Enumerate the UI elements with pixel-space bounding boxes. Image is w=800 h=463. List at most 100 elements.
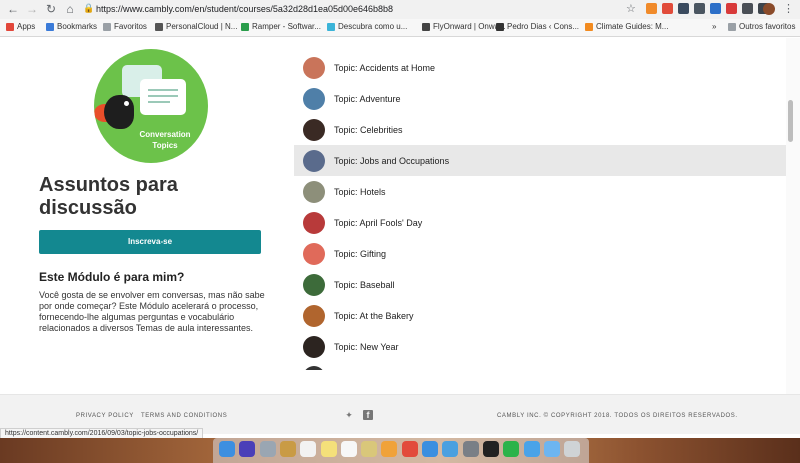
climate-icon bbox=[585, 22, 593, 31]
lock-icon: 🔒 bbox=[83, 3, 95, 13]
more-menu-icon[interactable]: ⋮ bbox=[783, 2, 794, 15]
bookmark-item[interactable]: Climate Guides: M... bbox=[585, 22, 668, 31]
mail-icon[interactable] bbox=[442, 441, 459, 457]
chrome-icon[interactable] bbox=[401, 441, 418, 457]
topic-label: Topic: April Fools' Day bbox=[334, 217, 423, 228]
pen-icon bbox=[496, 22, 504, 31]
topic-label: Topic: Celebrities bbox=[334, 124, 403, 135]
extension-icon[interactable] bbox=[694, 3, 705, 14]
scrollbar-thumb[interactable] bbox=[788, 100, 793, 142]
bookmark-label: Apps bbox=[17, 22, 36, 31]
preview-icon[interactable] bbox=[361, 441, 378, 457]
apps-grid-icon bbox=[6, 22, 14, 31]
siri-icon[interactable] bbox=[239, 441, 256, 457]
notes-folder-icon[interactable] bbox=[279, 441, 296, 457]
extension-icon[interactable] bbox=[662, 3, 673, 14]
launchpad-icon[interactable] bbox=[259, 441, 276, 457]
topic-label: Topic: Adventure bbox=[334, 93, 401, 104]
extension-icon[interactable] bbox=[678, 3, 689, 14]
topic-label: Topic: Jobs and Occupations bbox=[334, 155, 450, 166]
star-icon bbox=[46, 22, 54, 31]
conversation-topics-logo: Conversation Topics bbox=[94, 49, 208, 163]
subscribe-button[interactable]: Inscreva-se bbox=[39, 230, 261, 254]
terminal-icon[interactable] bbox=[482, 441, 499, 457]
topic-thumbnail bbox=[303, 366, 325, 370]
topic-list-item[interactable]: Topic: Accidents at Home bbox=[294, 52, 786, 83]
terms-link[interactable]: TERMS AND CONDITIONS bbox=[141, 413, 227, 419]
topic-label: Topic: New Year bbox=[334, 341, 399, 352]
bookmark-star-icon[interactable]: ☆ bbox=[626, 2, 636, 15]
topic-list-item[interactable]: Topic: Celebrities bbox=[294, 114, 786, 145]
address-bar[interactable]: https://www.cambly.com/en/student/course… bbox=[96, 4, 393, 14]
topic-label: Topic: Gifting bbox=[334, 248, 387, 259]
bookmark-item[interactable]: FlyOnward | Onwa... bbox=[422, 22, 506, 31]
avatar[interactable] bbox=[763, 3, 775, 15]
topic-list-item[interactable]: Topic: At the Bakery bbox=[294, 300, 786, 331]
reload-icon[interactable]: ↻ bbox=[44, 2, 58, 16]
twitter-icon[interactable]: ✦ bbox=[344, 410, 354, 420]
forward-arrow-icon[interactable]: → bbox=[25, 2, 39, 16]
page-title: Assuntos para discussão bbox=[39, 174, 178, 219]
system-preferences-icon[interactable] bbox=[462, 441, 479, 457]
trash-icon[interactable] bbox=[564, 441, 581, 457]
plane-icon bbox=[422, 22, 430, 31]
topic-list-item[interactable]: Topic: Gifting bbox=[294, 238, 786, 269]
topic-label: Topic: Baseball bbox=[334, 279, 395, 290]
facebook-icon[interactable]: f bbox=[363, 410, 373, 420]
topic-list-item[interactable]: Topic: Baseball bbox=[294, 269, 786, 300]
bookmark-label: Descubra como u... bbox=[338, 22, 408, 31]
topic-list-item[interactable]: Topic: Hotels bbox=[294, 176, 786, 207]
url-host: www.cambly.com bbox=[123, 4, 192, 14]
topic-thumbnail bbox=[303, 242, 325, 265]
scrollbar[interactable] bbox=[786, 38, 800, 394]
extension-icon[interactable] bbox=[726, 3, 737, 14]
topic-list-item[interactable]: Topic: April Fools' Day bbox=[294, 207, 786, 238]
more-bookmarks-chevron-icon[interactable]: » bbox=[712, 22, 716, 31]
cloud-icon bbox=[155, 22, 163, 31]
whatsapp-icon[interactable] bbox=[503, 441, 520, 457]
copyright-text: CAMBLY INC. © COPYRIGHT 2018. TODOS OS D… bbox=[497, 413, 738, 419]
topic-thumbnail bbox=[303, 87, 325, 110]
safari-icon[interactable] bbox=[422, 441, 438, 457]
topic-label: Topic: Hotels bbox=[334, 186, 386, 197]
back-arrow-icon[interactable]: ← bbox=[6, 2, 20, 16]
calendar-icon[interactable] bbox=[300, 441, 317, 457]
bookmark-item[interactable]: Ramper - Softwar... bbox=[241, 22, 321, 31]
url-prefix: https:// bbox=[96, 4, 124, 14]
downloads-folder-icon[interactable] bbox=[523, 441, 540, 457]
bookmark-label: Ramper - Softwar... bbox=[252, 22, 321, 31]
stickies-icon[interactable] bbox=[340, 441, 357, 457]
module-description: Você gosta de se envolver em conversas, … bbox=[39, 290, 265, 333]
notes-icon[interactable] bbox=[320, 441, 337, 457]
extension-icon[interactable] bbox=[646, 3, 657, 14]
bookmark-item[interactable]: PersonalCloud | N... bbox=[155, 22, 237, 31]
info-icon bbox=[327, 22, 335, 31]
extension-icon[interactable] bbox=[742, 3, 753, 14]
bookmark-item[interactable]: Pedro Dias ‹ Cons... bbox=[496, 22, 579, 31]
other-bookmarks-folder[interactable]: Outros favoritos bbox=[728, 22, 795, 31]
module-heading: Este Módulo é para mim? bbox=[39, 270, 185, 284]
topic-thumbnail bbox=[303, 304, 325, 327]
topic-thumbnail bbox=[303, 335, 325, 358]
bookmark-item[interactable]: Apps bbox=[6, 22, 35, 31]
bookmark-item[interactable]: Descubra como u... bbox=[327, 22, 407, 31]
finder-icon[interactable] bbox=[219, 441, 235, 457]
topic-thumbnail bbox=[303, 149, 325, 172]
topic-label: Topic: At the Bakery bbox=[334, 310, 414, 321]
bookmark-item[interactable]: Bookmarks bbox=[46, 22, 97, 31]
bookmark-label: FlyOnward | Onwa... bbox=[433, 22, 506, 31]
bookmark-label: PersonalCloud | N... bbox=[166, 22, 238, 31]
extension-icon[interactable] bbox=[710, 3, 721, 14]
documents-folder-icon[interactable] bbox=[543, 441, 560, 457]
privacy-policy-link[interactable]: PRIVACY POLICY bbox=[76, 413, 134, 419]
photos-icon[interactable] bbox=[381, 441, 398, 457]
topic-list-item[interactable]: Topic: Jobs and Occupations bbox=[294, 145, 786, 176]
topic-list-item[interactable]: Topic: Adventure bbox=[294, 83, 786, 114]
topic-list-item[interactable]: Topic: New Year bbox=[294, 331, 786, 362]
url-path: /en/student/courses/5a32d28d1ea05d00e646… bbox=[191, 4, 394, 14]
bookmark-item[interactable]: Favoritos bbox=[103, 22, 147, 31]
toucan-icon bbox=[104, 95, 134, 129]
topic-thumbnail bbox=[303, 273, 325, 296]
bookmark-label: Pedro Dias ‹ Cons... bbox=[507, 22, 580, 31]
home-icon[interactable]: ⌂ bbox=[63, 2, 77, 16]
